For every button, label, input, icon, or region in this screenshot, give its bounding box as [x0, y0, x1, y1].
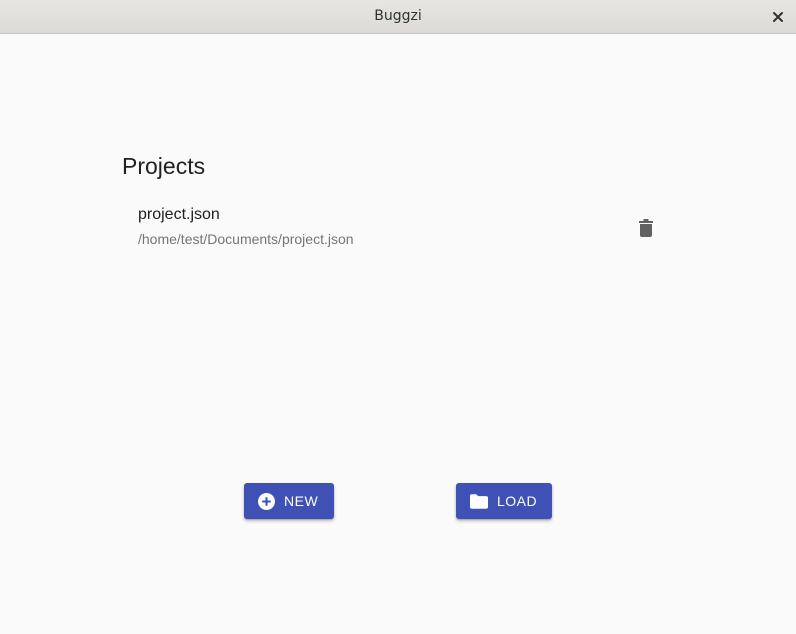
project-name: project.json [138, 206, 220, 223]
load-button-label: LOAD [497, 493, 538, 509]
project-path: /home/test/Documents/project.json [138, 231, 354, 247]
close-button[interactable] [768, 7, 788, 27]
load-project-button[interactable]: LOAD [456, 483, 552, 519]
close-icon [773, 12, 783, 22]
new-project-button[interactable]: NEW [244, 483, 334, 519]
trash-icon [639, 219, 653, 237]
projects-heading: Projects [122, 153, 206, 179]
title-bar: Buggzi [0, 0, 796, 34]
folder-icon [470, 493, 488, 509]
delete-project-button[interactable] [630, 212, 662, 244]
window-title: Buggzi [374, 8, 422, 24]
add-circle-icon [258, 492, 275, 510]
new-button-label: NEW [284, 493, 319, 509]
project-list-item[interactable]: project.json /home/test/Documents/projec… [122, 196, 662, 256]
main-content: Projects project.json /home/test/Documen… [0, 34, 796, 634]
